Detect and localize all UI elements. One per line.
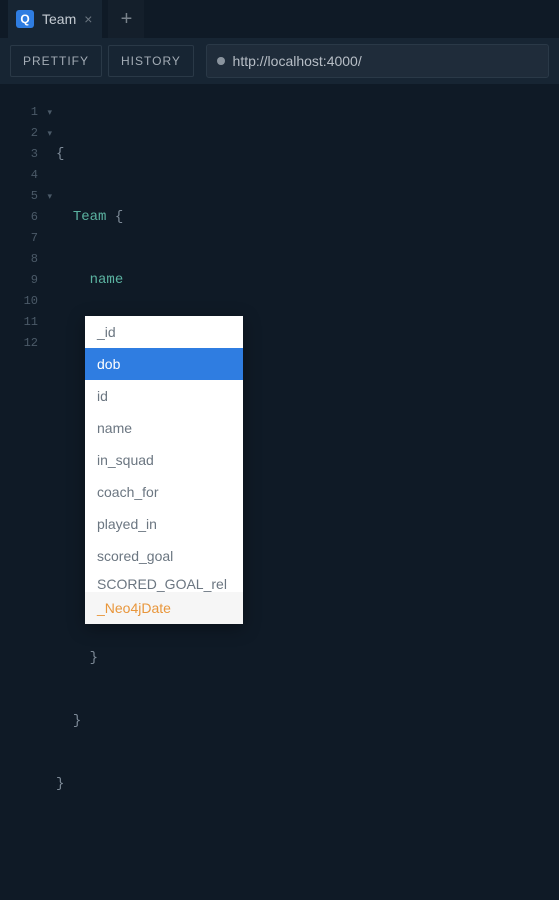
query-icon: Q: [16, 10, 34, 28]
line-number: 3: [0, 144, 44, 165]
autocomplete-item[interactable]: id: [85, 380, 243, 412]
autocomplete-meta-item[interactable]: _Neo4jDate: [85, 592, 243, 624]
line-number: 5: [0, 186, 44, 207]
line-number: 7: [0, 228, 44, 249]
autocomplete-item[interactable]: SCORED_GOAL_rel: [85, 572, 243, 592]
history-button[interactable]: HISTORY: [108, 45, 194, 77]
autocomplete-item[interactable]: dob: [85, 348, 243, 380]
line-number: 6: [0, 207, 44, 228]
brace: }: [90, 650, 98, 666]
autocomplete-item[interactable]: name: [85, 412, 243, 444]
brace: }: [56, 776, 64, 792]
query-editor[interactable]: 123456789101112 { Team { name _id person…: [0, 84, 559, 900]
brace: }: [73, 713, 81, 729]
field-name: name: [90, 272, 124, 288]
autocomplete-item[interactable]: _id: [85, 316, 243, 348]
status-dot-icon: [217, 57, 225, 65]
autocomplete-popup[interactable]: _iddobidnamein_squadcoach_forplayed_insc…: [85, 316, 243, 624]
line-number: 11: [0, 312, 44, 333]
line-number: 4: [0, 165, 44, 186]
autocomplete-item[interactable]: in_squad: [85, 444, 243, 476]
endpoint-input[interactable]: [233, 53, 538, 69]
autocomplete-item[interactable]: coach_for: [85, 476, 243, 508]
close-icon[interactable]: ×: [84, 12, 92, 26]
line-gutter: 123456789101112: [0, 102, 44, 354]
line-number: 12: [0, 333, 44, 354]
autocomplete-item[interactable]: played_in: [85, 508, 243, 540]
toolbar: PRETTIFY HISTORY: [0, 38, 559, 84]
autocomplete-item[interactable]: scored_goal: [85, 540, 243, 572]
tab-team[interactable]: Q Team ×: [8, 0, 102, 38]
line-number: 9: [0, 270, 44, 291]
line-number: 10: [0, 291, 44, 312]
line-number: 8: [0, 249, 44, 270]
line-number: 1: [0, 102, 44, 123]
brace: {: [56, 146, 64, 162]
plus-icon: +: [121, 8, 133, 31]
line-number: 2: [0, 123, 44, 144]
tab-label: Team: [42, 11, 76, 27]
type-team: Team: [73, 209, 107, 225]
endpoint-field[interactable]: [206, 44, 549, 78]
tab-bar: Q Team × +: [0, 0, 559, 38]
prettify-button[interactable]: PRETTIFY: [10, 45, 102, 77]
new-tab-button[interactable]: +: [108, 0, 144, 38]
